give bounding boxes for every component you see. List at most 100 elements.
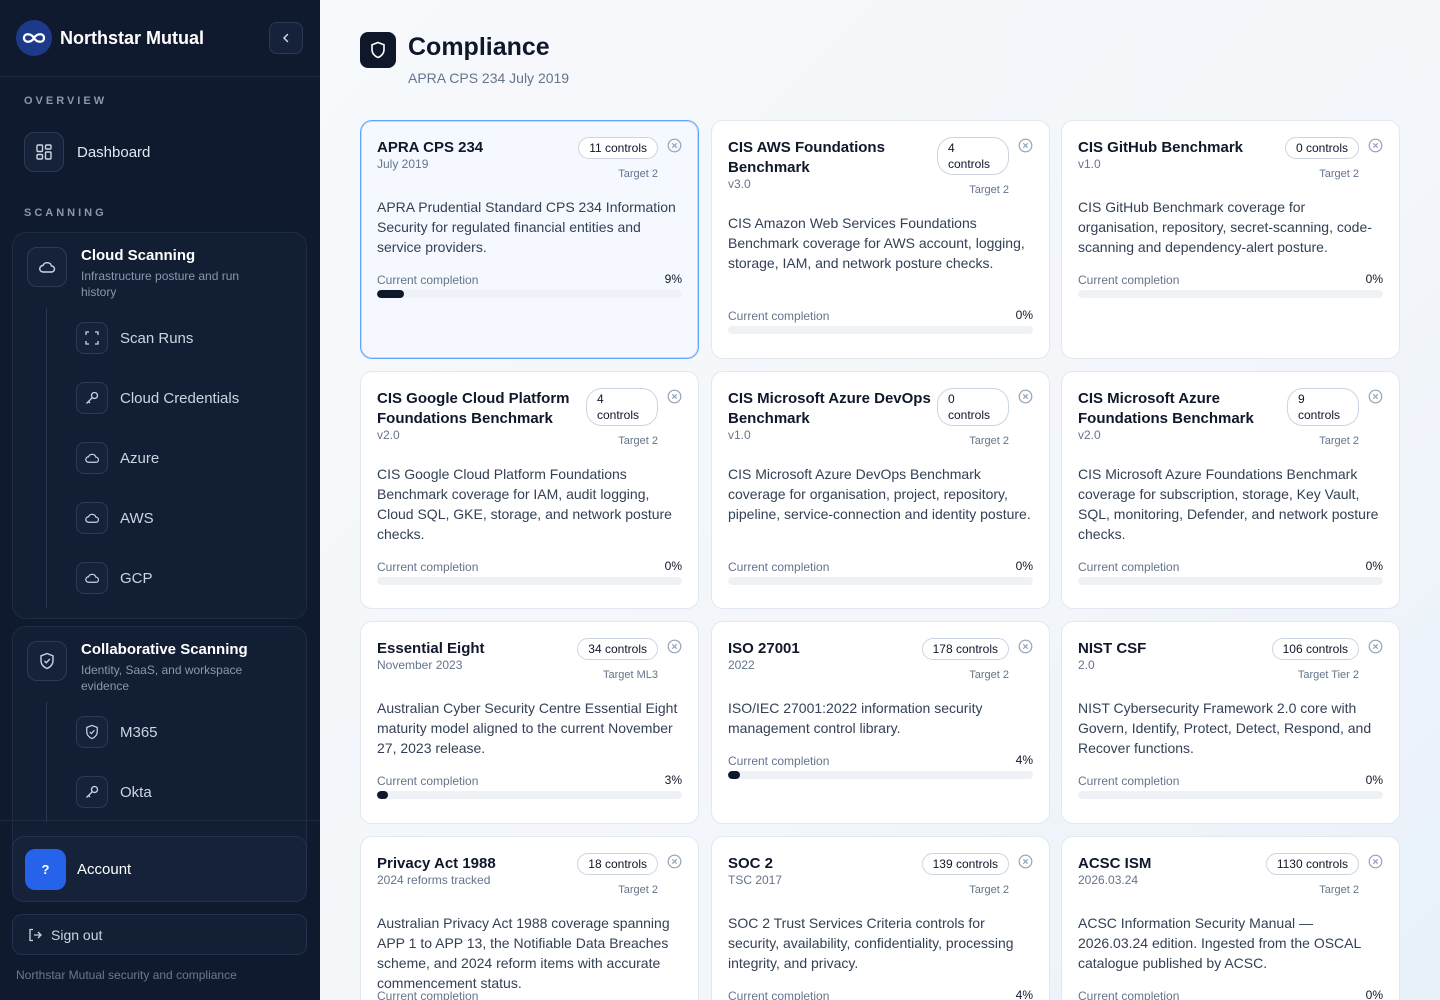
- controls-count-badge: 139 controls: [921, 853, 1009, 875]
- framework-card[interactable]: CIS Microsoft Azure DevOps Benchmark v1.0…: [711, 371, 1050, 609]
- framework-version: 2026.03.24: [1078, 873, 1139, 887]
- sidebar-item-azure[interactable]: Azure: [76, 428, 306, 488]
- framework-name: CIS Microsoft Azure DevOps Benchmark: [728, 390, 931, 427]
- framework-description: CIS Google Cloud Platform Foundations Be…: [377, 466, 672, 542]
- sidebar-item-aws[interactable]: AWS: [76, 488, 306, 548]
- sidebar-divider: [0, 820, 320, 821]
- framework-version: 2022: [728, 658, 755, 672]
- shield-icon: [27, 641, 67, 681]
- completion-value: 0%: [1015, 308, 1033, 322]
- cloud-scanning-title: Cloud Scanning: [81, 247, 196, 264]
- completion-label: Current completion: [728, 754, 830, 768]
- completion-label: Current completion: [377, 989, 479, 1000]
- brand-name: Northstar Mutual: [60, 27, 204, 48]
- framework-version: 2.0: [1078, 658, 1095, 672]
- framework-description: SOC 2 Trust Services Criteria controls f…: [728, 915, 1014, 971]
- controls-count-badge: 178 controls: [921, 638, 1009, 660]
- scan-frame-icon: [76, 322, 108, 354]
- framework-version: TSC 2017: [728, 873, 783, 887]
- sidebar: Northstar Mutual OVERVIEW Dashboard SCAN…: [0, 0, 320, 1000]
- sidebar-item-dashboard[interactable]: Dashboard: [24, 132, 304, 172]
- sidebar-footer: Northstar Mutual security and compliance: [16, 968, 237, 982]
- remove-framework-icon[interactable]: [1368, 854, 1383, 869]
- framework-name: APRA CPS 234: [377, 139, 484, 156]
- completion-progress-bar: [728, 577, 1033, 585]
- completion-progress-bar: [1078, 577, 1383, 585]
- framework-version: July 2019: [377, 157, 429, 171]
- sidebar-item-okta[interactable]: Okta: [76, 762, 306, 822]
- sidebar-item-label: GCP: [120, 569, 153, 587]
- completion-value: 4%: [1015, 988, 1033, 1000]
- account-label: Account: [77, 860, 132, 878]
- framework-description: CIS GitHub Benchmark coverage for organi…: [1078, 199, 1372, 255]
- remove-framework-icon[interactable]: [1368, 639, 1383, 654]
- page-subtitle: APRA CPS 234 July 2019: [408, 70, 570, 86]
- framework-description: CIS Microsoft Azure Foundations Benchmar…: [1078, 466, 1379, 542]
- framework-card[interactable]: NIST CSF 2.0 106 controls Target Tier 2 NIST…: [1061, 621, 1400, 824]
- framework-name: Essential Eight: [377, 640, 485, 657]
- framework-card[interactable]: ISO 27001 2022 178 controls Target 2 ISO/IEC…: [711, 621, 1050, 824]
- sidebar-item-m365[interactable]: M365: [76, 702, 306, 762]
- framework-description: CIS Amazon Web Services Foundations Benc…: [728, 215, 1025, 271]
- collaborative-scanning-items: M365 Okta: [46, 702, 306, 822]
- cloud-scanning-header[interactable]: Cloud Scanning Infrastructure posture an…: [13, 233, 306, 300]
- remove-framework-icon[interactable]: [667, 138, 682, 153]
- completion-label: Current completion: [1078, 273, 1180, 287]
- sign-out-button[interactable]: Sign out: [12, 914, 307, 955]
- framework-version: v2.0: [1078, 428, 1101, 442]
- controls-count-badge: 34 controls: [577, 638, 658, 660]
- cloud-icon: [76, 562, 108, 594]
- framework-name: ISO 27001: [728, 640, 800, 657]
- framework-card[interactable]: ACSC ISM 2026.03.24 1130 controls Target 2 A…: [1061, 836, 1400, 1000]
- remove-framework-icon[interactable]: [1368, 138, 1383, 153]
- remove-framework-icon[interactable]: [667, 854, 682, 869]
- account-button[interactable]: ? Account: [12, 836, 307, 902]
- collaborative-scanning-header[interactable]: Collaborative Scanning Identity, SaaS, a…: [13, 627, 306, 694]
- sidebar-item-scan-runs[interactable]: Scan Runs: [76, 308, 306, 368]
- sign-out-icon: [29, 928, 42, 941]
- cloud-scanning-group: Cloud Scanning Infrastructure posture an…: [12, 232, 307, 619]
- completion-progress-fill: [377, 791, 388, 799]
- sidebar-item-cloud-credentials[interactable]: Cloud Credentials: [76, 368, 306, 428]
- framework-description: ACSC Information Security Manual — 2026.…: [1078, 915, 1361, 971]
- framework-card[interactable]: APRA CPS 234 July 2019 11 controls Target 2…: [360, 120, 699, 359]
- framework-card[interactable]: CIS Google Cloud Platform Foundations Be…: [360, 371, 699, 609]
- completion-label: Current completion: [377, 560, 479, 574]
- completion-value: 4%: [1015, 753, 1033, 767]
- completion-label: Current completion: [728, 560, 830, 574]
- remove-framework-icon[interactable]: [667, 389, 682, 404]
- target-level: Target 2: [969, 435, 1009, 447]
- controls-count-badge: 1130 controls: [1265, 853, 1359, 875]
- cloud-icon: [76, 442, 108, 474]
- completion-value: 0%: [1365, 272, 1383, 286]
- framework-card[interactable]: CIS Microsoft Azure Foundations Benchmar…: [1061, 371, 1400, 609]
- completion-progress-bar: [728, 326, 1033, 334]
- sidebar-item-label: Azure: [120, 449, 160, 467]
- framework-card[interactable]: Essential Eight November 2023 34 controls T…: [360, 621, 699, 824]
- collapse-sidebar-button[interactable]: [269, 22, 303, 54]
- shield-icon: [76, 716, 108, 748]
- remove-framework-icon[interactable]: [1368, 389, 1383, 404]
- framework-description: NIST Cybersecurity Framework 2.0 core wi…: [1078, 700, 1372, 756]
- target-level: Target 2: [1319, 884, 1359, 896]
- controls-count-badge: 0 controls: [1284, 137, 1359, 159]
- completion-label: Current completion: [728, 989, 830, 1000]
- framework-card[interactable]: CIS GitHub Benchmark v1.0 0 controls Target…: [1061, 120, 1400, 359]
- sidebar-item-gcp[interactable]: GCP: [76, 548, 306, 608]
- completion-value: 9%: [664, 272, 682, 286]
- framework-name: CIS GitHub Benchmark: [1078, 139, 1244, 156]
- completion-value: 0%: [1365, 773, 1383, 787]
- remove-framework-icon[interactable]: [1018, 138, 1033, 153]
- remove-framework-icon[interactable]: [1018, 389, 1033, 404]
- framework-card[interactable]: CIS AWS Foundations Benchmark v3.0 4 contr…: [711, 120, 1050, 359]
- remove-framework-icon[interactable]: [1018, 639, 1033, 654]
- framework-version: v3.0: [728, 177, 751, 191]
- target-level: Target 2: [618, 168, 658, 180]
- sidebar-item-label: Scan Runs: [120, 329, 194, 347]
- target-level: Target 2: [969, 669, 1009, 681]
- remove-framework-icon[interactable]: [667, 639, 682, 654]
- completion-progress-bar: [377, 791, 682, 799]
- remove-framework-icon[interactable]: [1018, 854, 1033, 869]
- framework-card[interactable]: Privacy Act 1988 2024 reforms tracked 18 c…: [360, 836, 699, 1000]
- framework-card[interactable]: SOC 2 TSC 2017 139 controls Target 2 SOC 2 T…: [711, 836, 1050, 1000]
